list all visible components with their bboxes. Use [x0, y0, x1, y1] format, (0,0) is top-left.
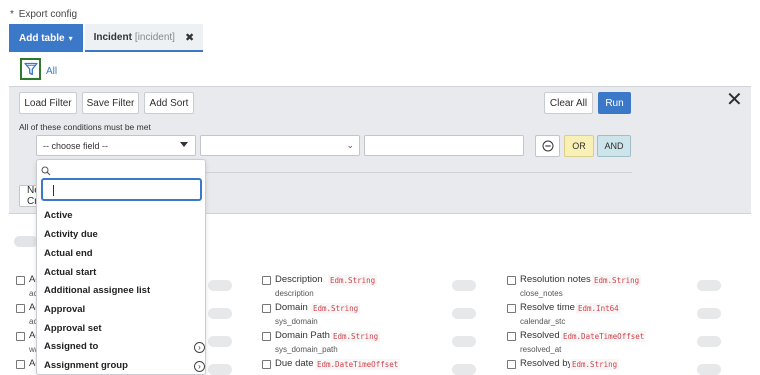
- tab-incident-table-name: [incident]: [134, 31, 175, 43]
- close-tab-icon[interactable]: ✖: [185, 31, 194, 44]
- field-toggle[interactable]: [452, 308, 476, 319]
- minus-circle-icon: [542, 140, 553, 152]
- filter-breadcrumb-all[interactable]: All: [46, 66, 57, 77]
- field-name: Resolved by: [520, 358, 573, 369]
- field-chooser-dropdown: Active Activity due Actual end Actual st…: [36, 159, 206, 375]
- load-filter-button[interactable]: Load Filter: [19, 92, 77, 114]
- dropdown-option[interactable]: Additional assignee list: [44, 285, 150, 296]
- condition-value-input[interactable]: [364, 135, 524, 156]
- field-name: Resolved: [520, 330, 560, 341]
- field-checkbox[interactable]: [16, 360, 25, 369]
- conditions-label: All of these conditions must be met: [19, 122, 151, 132]
- field-search-input[interactable]: [41, 178, 202, 201]
- field-checkbox[interactable]: [262, 276, 271, 285]
- required-marker: *: [10, 9, 14, 20]
- field-name: Resolution notes: [520, 274, 591, 285]
- field-checkbox[interactable]: [16, 332, 25, 341]
- field-toggle[interactable]: [452, 280, 476, 291]
- chevron-right-circle-icon[interactable]: ›: [194, 342, 205, 353]
- field-toggle[interactable]: [208, 364, 232, 375]
- choose-field-select[interactable]: -- choose field --: [36, 135, 196, 156]
- field-toggle[interactable]: [208, 280, 232, 291]
- export-config-label: * Export config: [10, 9, 77, 20]
- field-api-name: resolved_at: [520, 345, 562, 354]
- tab-incident[interactable]: Incident [incident] ✖: [84, 24, 204, 52]
- field-api-name: description: [275, 289, 314, 298]
- field-name: Domain: [275, 302, 308, 313]
- field-type-badge: Edm.Int64: [576, 303, 621, 314]
- add-table-label: Add table: [19, 32, 65, 44]
- caret-down-icon: ▾: [68, 33, 73, 43]
- field-name: Resolve time: [520, 302, 575, 313]
- field-api-name: sys_domain_path: [275, 345, 338, 354]
- field-name: Description: [275, 274, 323, 285]
- field-toggle[interactable]: [452, 336, 476, 347]
- field-type-badge: Edm.String: [592, 275, 642, 286]
- caret-down-icon: [180, 142, 188, 147]
- field-type-badge: Edm.String: [328, 275, 378, 286]
- field-toggle[interactable]: [208, 308, 232, 319]
- field-checkbox[interactable]: [507, 276, 516, 285]
- or-condition-button[interactable]: OR: [564, 135, 594, 157]
- dropdown-option[interactable]: Activity due: [44, 229, 98, 240]
- field-type-badge: Edm.String: [570, 359, 620, 370]
- close-filter-icon[interactable]: ✕: [726, 90, 743, 110]
- operator-select[interactable]: ⌄: [200, 135, 360, 156]
- clear-all-button[interactable]: Clear All: [544, 92, 593, 114]
- field-checkbox[interactable]: [16, 304, 25, 313]
- dropdown-option[interactable]: Active: [44, 210, 73, 221]
- field-type-badge: Edm.DateTimeOffset: [315, 359, 401, 370]
- funnel-icon: [23, 62, 38, 76]
- chevron-down-icon: ⌄: [346, 140, 354, 150]
- field-checkbox[interactable]: [507, 360, 516, 369]
- field-toggle[interactable]: [208, 336, 232, 347]
- export-config-text: Export config: [18, 9, 78, 20]
- choose-field-placeholder: -- choose field --: [43, 140, 109, 151]
- add-table-button[interactable]: Add table ▾: [9, 24, 83, 52]
- dropdown-option[interactable]: Assigned to: [44, 341, 98, 352]
- field-toggle[interactable]: [697, 280, 721, 291]
- and-condition-button[interactable]: AND: [597, 135, 631, 157]
- remove-condition-button[interactable]: [535, 135, 560, 157]
- field-type-badge: Edm.String: [311, 303, 361, 314]
- dropdown-option[interactable]: Approval: [44, 304, 85, 315]
- dropdown-option[interactable]: Approval set: [44, 323, 102, 334]
- tab-incident-label: Incident: [93, 31, 132, 43]
- field-checkbox[interactable]: [507, 304, 516, 313]
- chevron-right-circle-icon[interactable]: ›: [194, 361, 205, 372]
- field-checkbox[interactable]: [262, 304, 271, 313]
- table-tabs: Add table ▾ Incident [incident] ✖: [9, 24, 204, 52]
- dropdown-option[interactable]: Assignment group: [44, 360, 128, 371]
- field-toggle[interactable]: [452, 364, 476, 375]
- field-checkbox[interactable]: [262, 360, 271, 369]
- field-type-badge: Edm.DateTimeOffset: [561, 331, 647, 342]
- field-checkbox[interactable]: [507, 332, 516, 341]
- field-toggle[interactable]: [697, 364, 721, 375]
- filter-toggle-button[interactable]: [20, 58, 41, 80]
- add-sort-button[interactable]: Add Sort: [144, 92, 194, 114]
- field-api-name: close_notes: [520, 289, 563, 298]
- field-toggle[interactable]: [697, 308, 721, 319]
- field-type-badge: Edm.String: [331, 331, 381, 342]
- field-name: Domain Path: [275, 330, 330, 341]
- field-name: Due date: [275, 358, 314, 369]
- run-button[interactable]: Run: [598, 92, 631, 114]
- field-toggle[interactable]: [697, 336, 721, 347]
- field-checkbox[interactable]: [262, 332, 271, 341]
- select-all-toggle[interactable]: [14, 236, 38, 247]
- field-checkbox[interactable]: [16, 276, 25, 285]
- field-api-name: calendar_stc: [520, 317, 566, 326]
- save-filter-button[interactable]: Save Filter: [82, 92, 139, 114]
- search-icon: [41, 166, 51, 176]
- dropdown-option[interactable]: Actual end: [44, 248, 93, 259]
- text-cursor: [53, 185, 54, 196]
- dropdown-option[interactable]: Actual start: [44, 267, 96, 278]
- field-api-name: sys_domain: [275, 317, 318, 326]
